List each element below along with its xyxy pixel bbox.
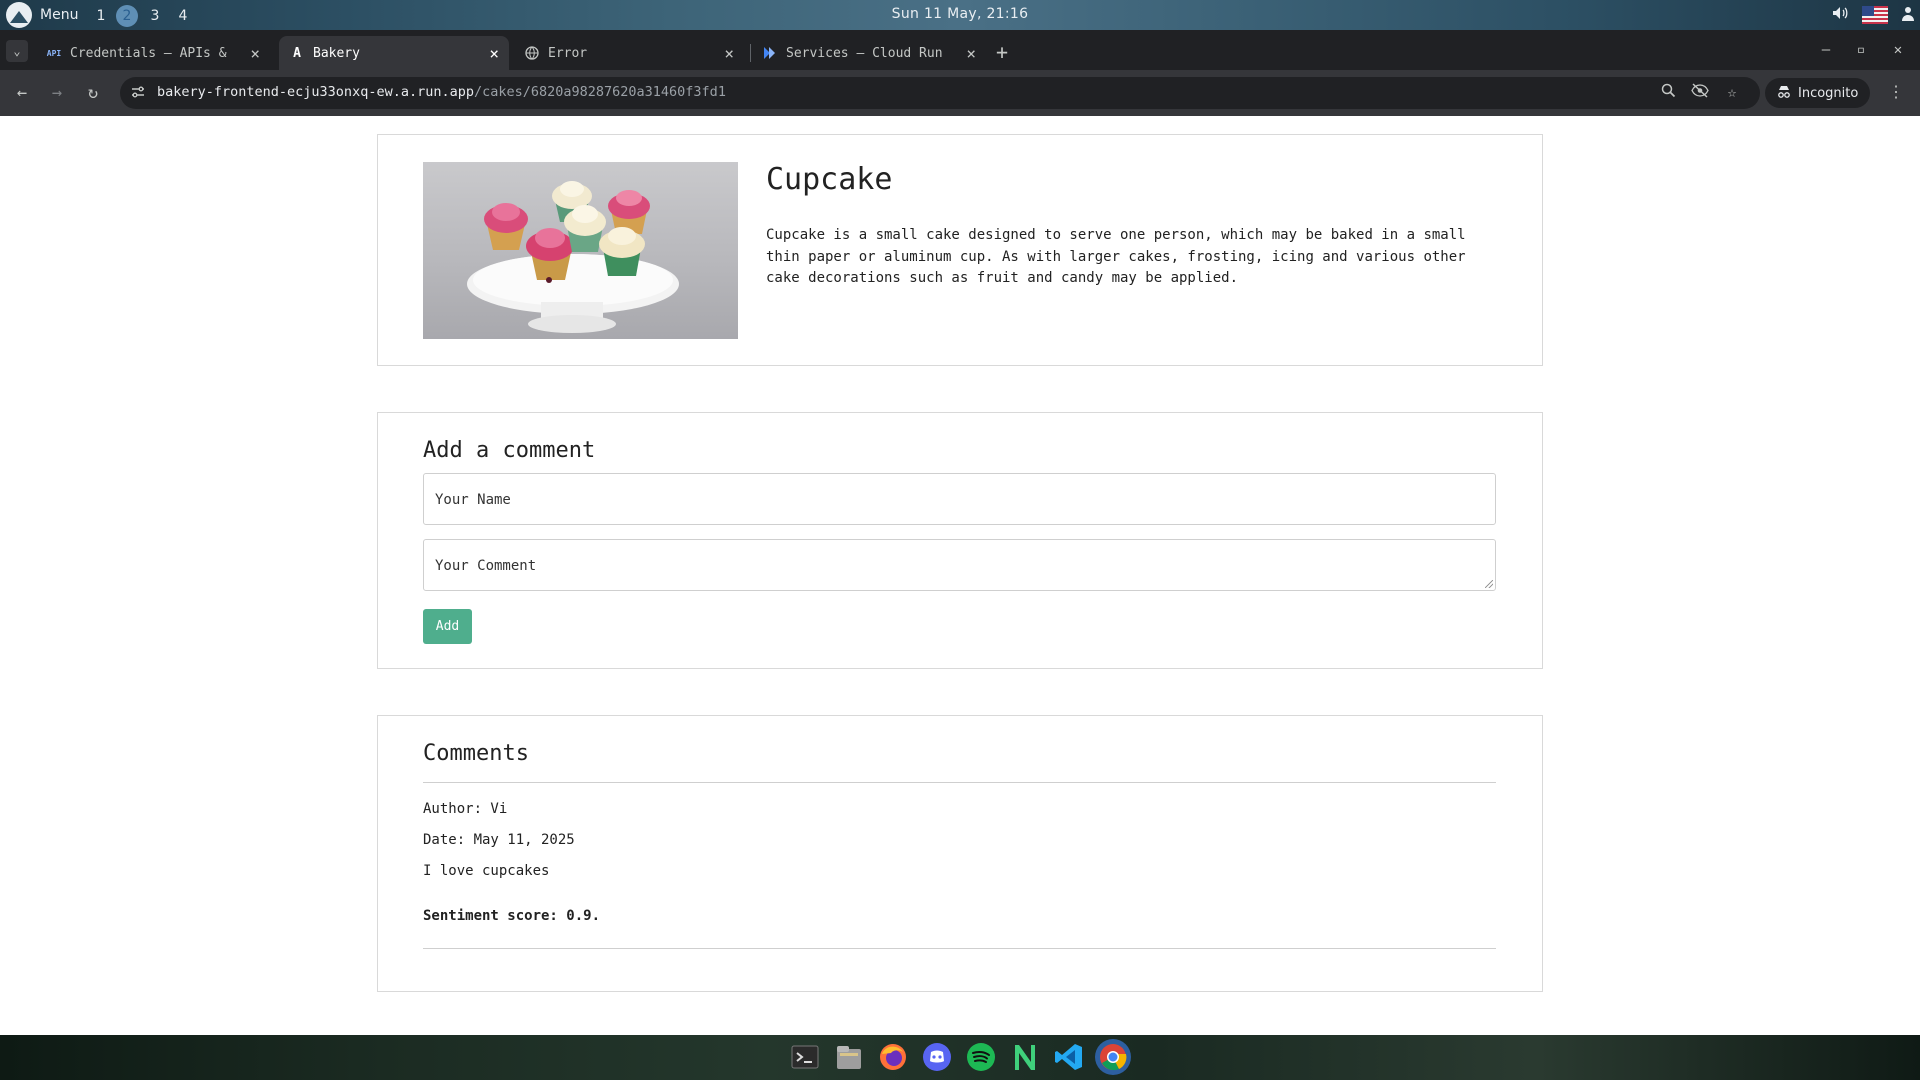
comment-text: I love cupcakes: [423, 863, 550, 879]
tab-error[interactable]: Error ×: [514, 36, 744, 70]
tab-credentials[interactable]: API Credentials – APIs & ×: [36, 36, 270, 70]
browser-menu-kebab-icon[interactable]: ⋮: [1888, 82, 1904, 101]
firefox-icon[interactable]: [875, 1039, 911, 1075]
cupcake-photo: [423, 162, 738, 339]
spotify-icon[interactable]: [963, 1039, 999, 1075]
incognito-icon: [1777, 85, 1791, 102]
zoom-magnifier-icon[interactable]: [1658, 83, 1678, 102]
new-tab-plus-icon[interactable]: +: [996, 40, 1008, 64]
close-tab-icon[interactable]: ×: [250, 44, 260, 63]
incognito-indicator[interactable]: Incognito: [1765, 78, 1871, 108]
comment-divider: [423, 948, 1496, 949]
bakery-page: Cupcake Cupcake is a small cake designed…: [0, 116, 1920, 1035]
system-clock[interactable]: Sun 11 May, 21:16: [0, 6, 1920, 22]
comments-heading: Comments: [423, 741, 529, 766]
bookmark-star-icon[interactable]: ☆: [1722, 83, 1742, 101]
close-tab-icon[interactable]: ×: [489, 44, 499, 63]
api-favicon-icon: API: [46, 48, 62, 58]
forward-arrow-icon[interactable]: →: [46, 82, 68, 104]
keyboard-layout-flag-icon[interactable]: [1862, 6, 1888, 24]
site-info-tune-icon[interactable]: [130, 84, 148, 102]
tab-title: Credentials – APIs &: [70, 45, 227, 61]
comments-divider: [423, 782, 1496, 783]
comment-placeholder: Your Comment: [435, 558, 537, 574]
textarea-resize-handle[interactable]: [1485, 580, 1493, 588]
tab-bakery[interactable]: A Bakery ×: [279, 36, 509, 70]
tab-title: Services – Cloud Run: [786, 45, 943, 61]
globe-favicon-icon: [524, 45, 540, 61]
comment-author: Author: Vi: [423, 801, 508, 817]
cake-detail-card: Cupcake Cupcake is a small cake designed…: [377, 134, 1543, 366]
tab-title: Error: [548, 45, 588, 61]
add-comment-button[interactable]: Add: [423, 609, 472, 644]
chrome-icon[interactable]: [1095, 1039, 1131, 1075]
volume-icon[interactable]: [1832, 6, 1848, 24]
desktop-taskbar: [0, 1035, 1920, 1080]
discord-icon[interactable]: [919, 1039, 955, 1075]
url-domain: bakery-frontend-ecju33onxq-ew.a.run.app: [157, 84, 474, 100]
browser-toolbar: ← → ↻ bakery-frontend-ecju33onxq-ew.a.ru…: [0, 70, 1920, 116]
tab-title: Bakery: [313, 45, 360, 61]
cloud-run-favicon-icon: [762, 45, 778, 61]
n-app-icon[interactable]: [1007, 1039, 1043, 1075]
incognito-label: Incognito: [1798, 85, 1859, 101]
close-tab-icon[interactable]: ×: [966, 44, 976, 63]
comments-card: Comments Author: Vi Date: May 11, 2025 I…: [377, 715, 1543, 992]
tab-search-chevron-icon[interactable]: ⌄: [6, 40, 28, 62]
user-icon[interactable]: [1902, 5, 1914, 25]
minimize-window-icon[interactable]: –: [1814, 42, 1838, 58]
maximize-window-icon[interactable]: ▫: [1849, 42, 1873, 58]
add-comment-card: Add a comment Your Name Your Comment Add: [377, 412, 1543, 669]
close-window-icon[interactable]: ✕: [1886, 42, 1910, 58]
angular-favicon-icon: A: [293, 45, 301, 61]
vscode-icon[interactable]: [1051, 1039, 1087, 1075]
tab-cloud-run[interactable]: Services – Cloud Run ×: [752, 36, 986, 70]
url-path: /cakes/6820a98287620a31460f3fd1: [473, 84, 726, 100]
url-text[interactable]: bakery-frontend-ecju33onxq-ew.a.run.app/…: [157, 84, 726, 100]
system-top-bar: Menu 1 2 3 4 Sun 11 May, 21:16: [0, 0, 1920, 30]
terminal-icon[interactable]: [787, 1039, 823, 1075]
cake-name-heading: Cupcake: [766, 162, 893, 197]
app-dock: [787, 1039, 1131, 1075]
browser-tab-strip: ⌄ API Credentials – APIs & × A Bakery × …: [0, 30, 1920, 70]
name-input[interactable]: Your Name: [423, 473, 1496, 525]
tab-separator: [750, 44, 751, 62]
comment-date: Date: May 11, 2025: [423, 832, 575, 848]
comment-sentiment: Sentiment score: 0.9.: [423, 908, 601, 924]
add-comment-heading: Add a comment: [423, 438, 596, 463]
reload-icon[interactable]: ↻: [82, 82, 104, 104]
close-tab-icon[interactable]: ×: [724, 44, 734, 63]
address-bar[interactable]: bakery-frontend-ecju33onxq-ew.a.run.app/…: [120, 77, 1760, 109]
back-arrow-icon[interactable]: ←: [11, 82, 33, 104]
cake-description: Cupcake is a small cake designed to serv…: [766, 227, 1466, 286]
tracking-protection-eye-off-icon[interactable]: [1690, 83, 1710, 102]
files-icon[interactable]: [831, 1039, 867, 1075]
comment-textarea[interactable]: Your Comment: [423, 539, 1496, 591]
